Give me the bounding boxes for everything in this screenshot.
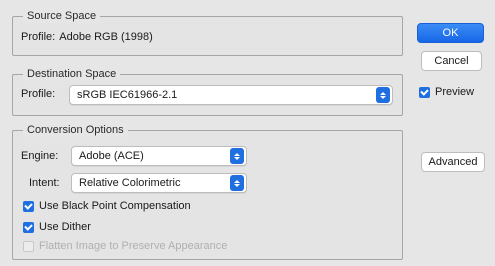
- source-space-group: Source Space Profile: Adobe RGB (1998): [12, 9, 403, 56]
- intent-label: Intent:: [29, 177, 60, 189]
- destination-profile-label: Profile:: [21, 88, 56, 100]
- destination-space-legend: Destination Space: [23, 67, 121, 81]
- black-point-label: Use Black Point Compensation: [39, 200, 191, 212]
- intent-value: Relative Colorimetric: [79, 177, 181, 189]
- checkbox-checked-icon: [23, 200, 34, 212]
- flatten-label: Flatten Image to Preserve Appearance: [39, 240, 228, 252]
- cancel-button[interactable]: Cancel: [421, 51, 482, 71]
- flatten-checkbox[interactable]: Flatten Image to Preserve Appearance: [23, 240, 227, 252]
- ok-button[interactable]: OK: [417, 23, 484, 43]
- checkbox-unchecked-icon: [23, 240, 34, 252]
- chevron-updown-icon: [230, 148, 244, 164]
- checkbox-checked-icon: [23, 221, 34, 233]
- dither-checkbox[interactable]: Use Dither: [23, 221, 91, 233]
- source-profile-value: Adobe RGB (1998): [59, 31, 153, 43]
- ok-label: OK: [442, 27, 459, 39]
- source-space-legend: Source Space: [23, 9, 101, 23]
- cancel-label: Cancel: [434, 55, 469, 67]
- conversion-options-legend: Conversion Options: [23, 123, 128, 137]
- checkbox-checked-icon: [419, 86, 430, 98]
- advanced-button[interactable]: Advanced: [421, 152, 485, 172]
- preview-label: Preview: [435, 86, 475, 98]
- chevron-updown-icon: [376, 87, 390, 103]
- engine-value: Adobe (ACE): [79, 150, 144, 162]
- preview-checkbox[interactable]: Preview: [419, 86, 474, 98]
- source-profile-label: Profile:: [21, 31, 56, 43]
- destination-profile-select[interactable]: sRGB IEC61966-2.1: [69, 85, 393, 105]
- engine-select[interactable]: Adobe (ACE): [71, 146, 247, 166]
- destination-space-group: Destination Space Profile: sRGB IEC61966…: [12, 67, 403, 116]
- chevron-updown-icon: [230, 175, 244, 191]
- conversion-options-group: Conversion Options Engine: Adobe (ACE) I…: [12, 123, 403, 260]
- advanced-label: Advanced: [428, 156, 478, 168]
- engine-label: Engine:: [21, 150, 59, 162]
- destination-profile-value: sRGB IEC61966-2.1: [77, 89, 178, 101]
- dither-label: Use Dither: [39, 221, 91, 233]
- intent-select[interactable]: Relative Colorimetric: [71, 173, 247, 193]
- black-point-checkbox[interactable]: Use Black Point Compensation: [23, 200, 191, 212]
